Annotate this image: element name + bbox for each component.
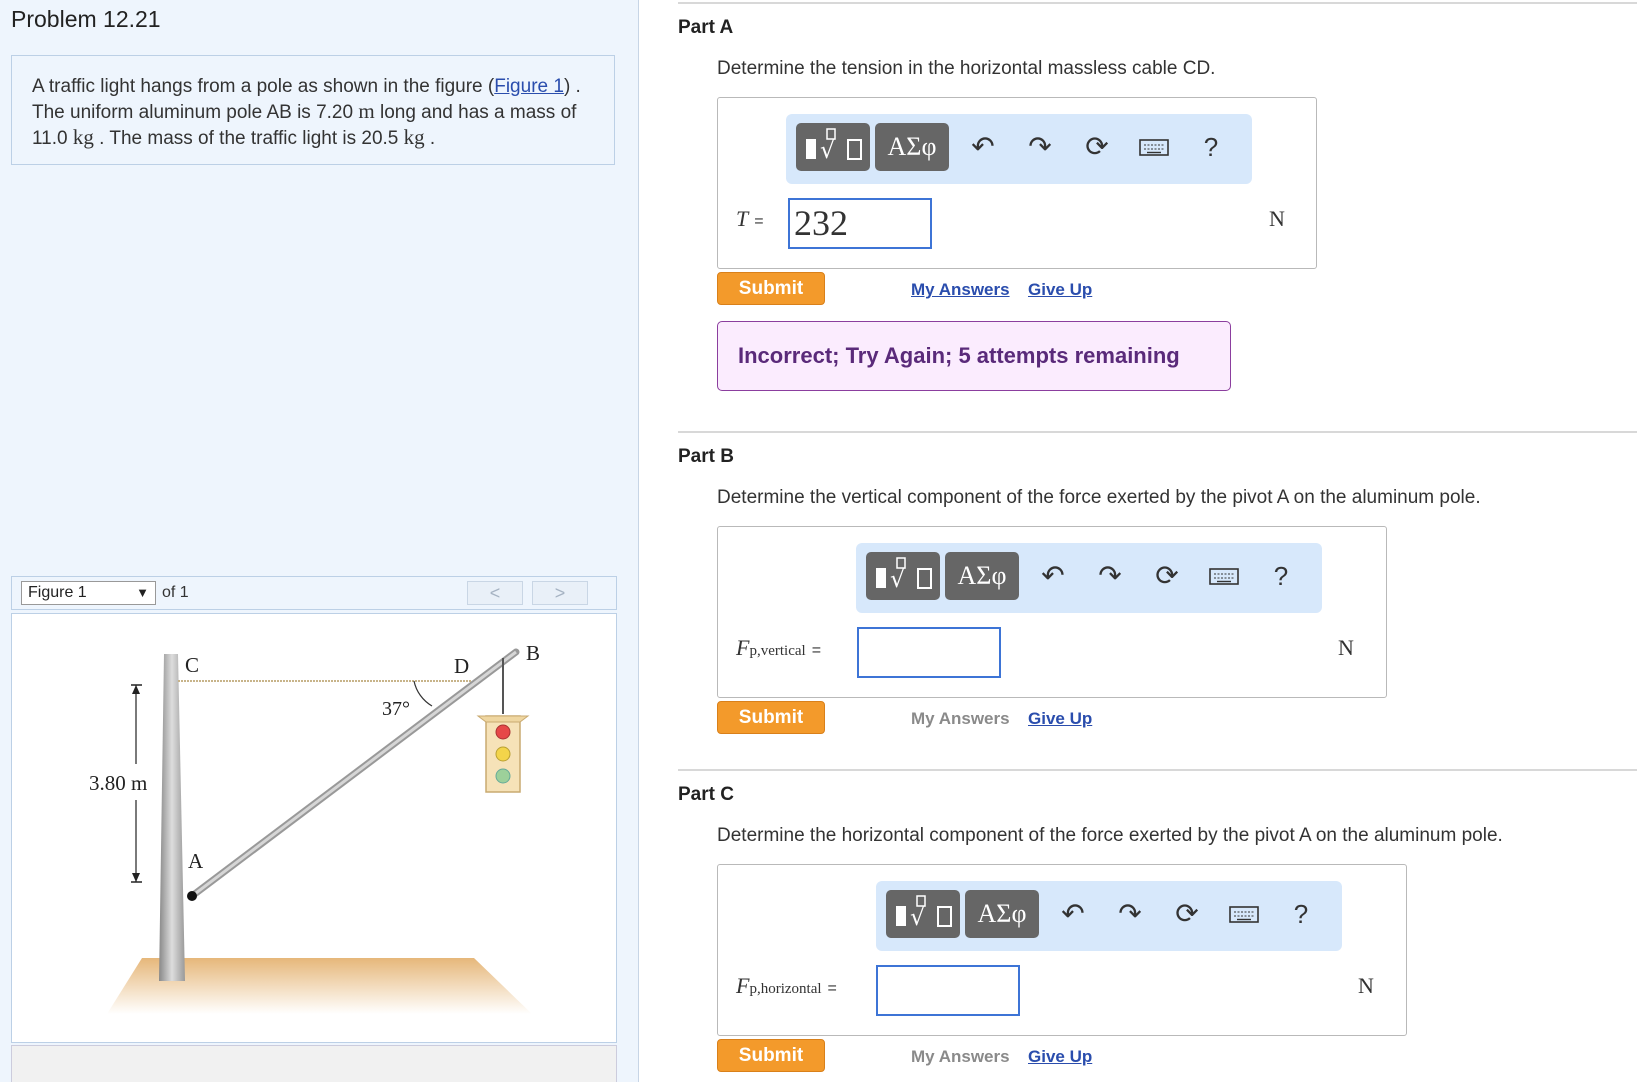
svg-text:√: √ bbox=[820, 136, 836, 164]
height-label: 3.80 m bbox=[89, 771, 147, 795]
part-a-submit-button[interactable]: Submit bbox=[717, 272, 825, 305]
templates-icon[interactable]: √ bbox=[886, 890, 960, 938]
divider bbox=[678, 2, 1637, 4]
undo-icon[interactable]: ↶ bbox=[1056, 897, 1090, 931]
part-b-variable: Fp,vertical = bbox=[736, 635, 822, 660]
angle-arc bbox=[413, 680, 433, 707]
part-b-my-answers-link[interactable]: My Answers bbox=[911, 709, 1010, 729]
figure-count: of 1 bbox=[162, 584, 189, 601]
part-b-answer-box: √ ΑΣφ ↶ ↷ ⟳ ? Fp,vertical = N bbox=[717, 526, 1387, 698]
help-icon[interactable]: ? bbox=[1284, 897, 1318, 931]
figure-link[interactable]: Figure 1 bbox=[494, 76, 564, 97]
keyboard-icon[interactable] bbox=[1207, 559, 1241, 593]
part-c-answer-input[interactable] bbox=[876, 965, 1020, 1016]
part-c-submit-button[interactable]: Submit bbox=[717, 1039, 825, 1072]
greek-letters-icon[interactable]: ΑΣφ bbox=[965, 890, 1039, 938]
part-a-my-answers-link[interactable]: My Answers bbox=[911, 280, 1010, 300]
undo-icon[interactable]: ↶ bbox=[1036, 559, 1070, 593]
part-c-answer-box: √ ΑΣφ ↶ ↷ ⟳ ? Fp,horizontal = N bbox=[717, 864, 1407, 1036]
greek-letters-icon[interactable]: ΑΣφ bbox=[875, 123, 949, 171]
part-b-question: Determine the vertical component of the … bbox=[717, 487, 1481, 508]
label-b: B bbox=[526, 641, 540, 665]
divider bbox=[678, 431, 1637, 433]
dropdown-arrow-icon: ▼ bbox=[136, 585, 149, 600]
templates-icon[interactable]: √ bbox=[796, 123, 870, 171]
next-figure-button[interactable]: > bbox=[532, 581, 588, 605]
figure-footer bbox=[11, 1045, 617, 1082]
part-a-give-up-link[interactable]: Give Up bbox=[1028, 280, 1092, 300]
svg-text:√: √ bbox=[890, 565, 906, 593]
redo-icon[interactable]: ↷ bbox=[1093, 559, 1127, 593]
part-c-title: Part C bbox=[678, 784, 734, 805]
prev-figure-button[interactable]: < bbox=[467, 581, 523, 605]
part-a-answer-input[interactable]: 232 bbox=[788, 198, 932, 249]
greek-letters-icon[interactable]: ΑΣφ bbox=[945, 552, 1019, 600]
figure-navigation-bar: Figure 1 ▼ of 1 < > bbox=[11, 576, 617, 610]
help-icon[interactable]: ? bbox=[1264, 559, 1298, 593]
label-d: D bbox=[454, 654, 469, 678]
vertical-pole bbox=[159, 654, 185, 981]
part-c-give-up-link[interactable]: Give Up bbox=[1028, 1047, 1092, 1067]
redo-icon[interactable]: ↷ bbox=[1113, 897, 1147, 931]
part-c-question: Determine the horizontal component of th… bbox=[717, 825, 1503, 846]
math-toolbar: √ ΑΣφ ↶ ↷ ⟳ ? bbox=[876, 881, 1342, 951]
part-b-answer-input[interactable] bbox=[857, 627, 1001, 678]
problem-title: Problem 12.21 bbox=[11, 6, 161, 32]
reset-icon[interactable]: ⟳ bbox=[1170, 897, 1204, 931]
undo-icon[interactable]: ↶ bbox=[966, 130, 1000, 164]
part-b-unit: N bbox=[1338, 635, 1354, 660]
keyboard-icon[interactable] bbox=[1137, 130, 1171, 164]
redo-icon[interactable]: ↷ bbox=[1023, 130, 1057, 164]
math-toolbar: √ ΑΣφ ↶ ↷ ⟳ ? bbox=[856, 543, 1322, 613]
label-c: C bbox=[185, 653, 199, 677]
angle-label: 37° bbox=[382, 698, 410, 720]
traffic-light-figure: C D B A 37° 3.80 m bbox=[89, 641, 540, 1014]
reset-icon[interactable]: ⟳ bbox=[1080, 130, 1114, 164]
part-c-unit: N bbox=[1358, 973, 1374, 998]
part-c-variable: Fp,horizontal = bbox=[736, 973, 837, 998]
problem-panel: Problem 12.21 A traffic light hangs from… bbox=[0, 0, 639, 1082]
part-b-title: Part B bbox=[678, 446, 734, 467]
traffic-light bbox=[476, 715, 530, 793]
label-a: A bbox=[188, 849, 204, 873]
figure-select[interactable]: Figure 1 ▼ bbox=[21, 581, 156, 605]
part-a-answer-box: √ ΑΣφ ↶ ↷ ⟳ ? T = 232 N bbox=[717, 97, 1317, 269]
parts-panel: Part A Determine the tension in the hori… bbox=[639, 0, 1637, 1082]
svg-text:√: √ bbox=[910, 903, 926, 931]
part-b-submit-button[interactable]: Submit bbox=[717, 701, 825, 734]
figure-area: C D B A 37° 3.80 m bbox=[11, 613, 617, 1043]
part-b-give-up-link[interactable]: Give Up bbox=[1028, 709, 1092, 729]
part-c-my-answers-link[interactable]: My Answers bbox=[911, 1047, 1010, 1067]
part-a-question: Determine the tension in the horizontal … bbox=[717, 58, 1216, 79]
reset-icon[interactable]: ⟳ bbox=[1150, 559, 1184, 593]
help-icon[interactable]: ? bbox=[1194, 130, 1228, 164]
part-a-title: Part A bbox=[678, 17, 734, 38]
part-a-feedback: Incorrect; Try Again; 5 attempts remaini… bbox=[717, 321, 1231, 391]
keyboard-icon[interactable] bbox=[1227, 897, 1261, 931]
math-toolbar: √ ΑΣφ ↶ ↷ ⟳ ? bbox=[786, 114, 1252, 184]
part-a-unit: N bbox=[1269, 206, 1285, 231]
templates-icon[interactable]: √ bbox=[866, 552, 940, 600]
pivot-a bbox=[187, 891, 197, 901]
part-a-variable: T = bbox=[736, 206, 764, 231]
problem-statement: A traffic light hangs from a pole as sho… bbox=[11, 55, 615, 165]
divider bbox=[678, 769, 1637, 771]
